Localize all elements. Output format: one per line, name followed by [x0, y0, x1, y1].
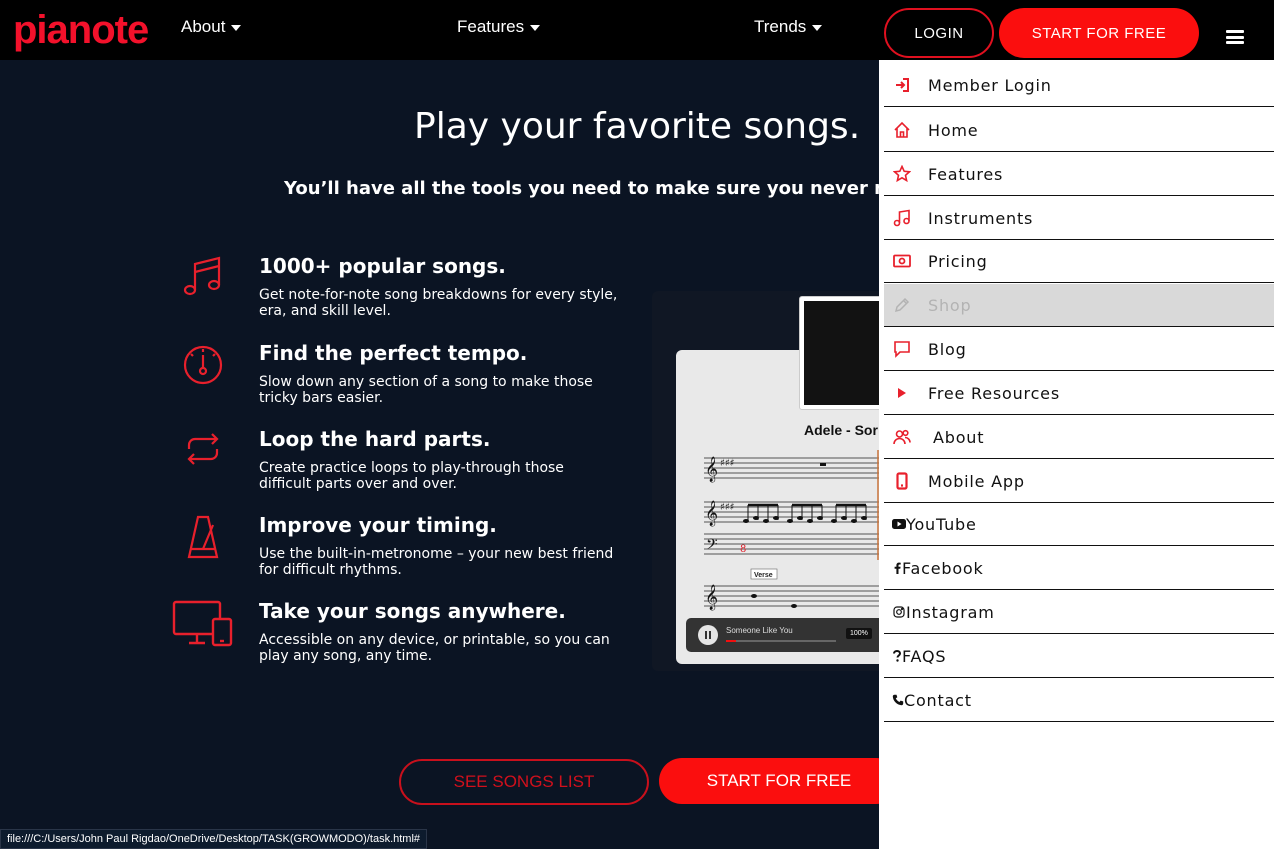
caret-down-icon — [530, 25, 541, 31]
player-zoom[interactable]: 100% — [846, 628, 872, 639]
feature-title: Improve your timing. — [259, 513, 497, 537]
caret-down-icon — [812, 25, 823, 31]
question-icon — [892, 649, 902, 663]
feature-title: Find the perfect tempo. — [259, 341, 528, 365]
menu-item-about[interactable]: About — [884, 416, 1274, 459]
menu-item-label: About — [933, 427, 985, 447]
menu-item-label: Instagram — [906, 602, 995, 622]
loop-icon — [168, 427, 238, 487]
nav-features-label: Features — [457, 17, 525, 36]
phone-icon — [892, 693, 904, 707]
menu-item-label: Shop — [928, 295, 972, 315]
feature-description: Accessible on any device, or printable, … — [259, 632, 610, 664]
pause-icon[interactable] — [698, 625, 718, 645]
menu-item-pricing[interactable]: Pricing — [884, 240, 1274, 283]
nav-about[interactable]: About — [181, 17, 242, 37]
menu-item-label: Instruments — [928, 208, 1034, 228]
menu-item-features[interactable]: Features — [884, 153, 1274, 196]
menu-item-facebook[interactable]: Facebook — [884, 547, 1274, 590]
feature-description: Create practice loops to play-through th… — [259, 460, 564, 492]
music-note-icon — [892, 208, 912, 228]
menu-item-label: Contact — [904, 690, 972, 710]
see-songs-list-button[interactable]: SEE SONGS LIST — [399, 759, 649, 805]
dropdown-menu: Member Login Home Features Instruments P… — [879, 60, 1274, 849]
top-navbar: pianote About Features Trends LOGIN STAR… — [0, 0, 1274, 60]
music-notes-icon — [168, 254, 238, 314]
money-icon — [892, 251, 912, 271]
menu-item-label: Features — [928, 164, 1004, 184]
hero-title: Play your favorite songs. — [414, 106, 861, 147]
menu-item-youtube[interactable]: YouTube — [884, 503, 1274, 546]
menu-item-member-login[interactable]: Member Login — [884, 64, 1274, 107]
pencil-icon — [892, 295, 912, 315]
devices-icon — [168, 599, 238, 659]
start-for-free-bottom-button[interactable]: START FOR FREE — [659, 758, 899, 804]
youtube-icon — [892, 517, 906, 531]
comment-icon — [892, 339, 912, 359]
menu-item-mobile-app[interactable]: Mobile App — [884, 460, 1274, 503]
facebook-icon — [892, 561, 902, 575]
svg-text:8: 8 — [740, 544, 746, 555]
svg-text:♯♯♯: ♯♯♯ — [720, 502, 735, 513]
feature-title: 1000+ popular songs. — [259, 254, 506, 278]
status-bar-url: file:///C:/Users/John Paul Rigdao/OneDri… — [0, 829, 428, 849]
menu-item-label: Facebook — [902, 558, 984, 578]
play-icon — [892, 383, 912, 403]
feature-description: Slow down any section of a song to make … — [259, 374, 593, 406]
nav-about-label: About — [181, 17, 226, 36]
instagram-icon — [892, 605, 906, 619]
feature-description: Get note-for-note song breakdowns for ev… — [259, 287, 618, 319]
menu-item-instruments[interactable]: Instruments — [884, 197, 1274, 240]
nav-trends[interactable]: Trends — [754, 17, 823, 37]
menu-item-label: Home — [928, 120, 979, 140]
menu-item-label: YouTube — [906, 514, 977, 534]
menu-item-label: Free Resources — [928, 383, 1060, 403]
nav-features[interactable]: Features — [457, 17, 541, 37]
users-icon — [892, 427, 912, 447]
sheet-title: Adele - Sor — [804, 422, 878, 438]
menu-item-label: Blog — [928, 339, 967, 359]
nav-trends-label: Trends — [754, 17, 807, 36]
player-track-title: Someone Like You — [726, 626, 793, 635]
menu-item-faqs[interactable]: FAQS — [884, 635, 1274, 678]
pianote-logo[interactable]: pianote — [13, 6, 149, 54]
menu-item-blog[interactable]: Blog — [884, 328, 1274, 371]
feature-title: Loop the hard parts. — [259, 427, 491, 451]
login-icon — [892, 75, 912, 95]
menu-item-label: Mobile App — [928, 471, 1025, 491]
hamburger-menu-icon[interactable] — [1226, 30, 1244, 44]
feature-description: Use the built-in-metronome – your new be… — [259, 546, 614, 578]
caret-down-icon — [231, 25, 242, 31]
metronome-icon — [168, 513, 238, 573]
hero-subtitle: You’ll have all the tools you need to ma… — [284, 178, 893, 199]
menu-item-instagram[interactable]: Instagram — [884, 591, 1274, 634]
home-icon — [892, 120, 912, 140]
svg-text:𝄞: 𝄞 — [705, 584, 718, 610]
section-label: Verse — [754, 572, 773, 579]
mobile-icon — [892, 471, 912, 491]
svg-text:𝄢: 𝄢 — [706, 536, 718, 557]
star-icon — [892, 164, 912, 184]
player-progress-bar[interactable] — [726, 640, 836, 642]
svg-text:𝄞: 𝄞 — [705, 500, 718, 526]
menu-item-home[interactable]: Home — [884, 109, 1274, 152]
login-button[interactable]: LOGIN — [884, 8, 994, 58]
audio-player: Someone Like You 100% — [686, 618, 896, 652]
menu-item-label: Member Login — [928, 75, 1052, 95]
start-for-free-button[interactable]: START FOR FREE — [999, 8, 1199, 58]
svg-text:♯♯♯: ♯♯♯ — [720, 458, 735, 469]
svg-text:𝄞: 𝄞 — [705, 456, 718, 482]
menu-item-label: Pricing — [928, 251, 988, 271]
feature-title: Take your songs anywhere. — [259, 599, 566, 623]
menu-item-shop[interactable]: Shop — [884, 284, 1274, 327]
menu-item-free-resources[interactable]: Free Resources — [884, 372, 1274, 415]
tempo-dial-icon — [168, 341, 238, 401]
menu-item-contact[interactable]: Contact — [884, 679, 1274, 722]
menu-item-label: FAQS — [902, 646, 947, 666]
